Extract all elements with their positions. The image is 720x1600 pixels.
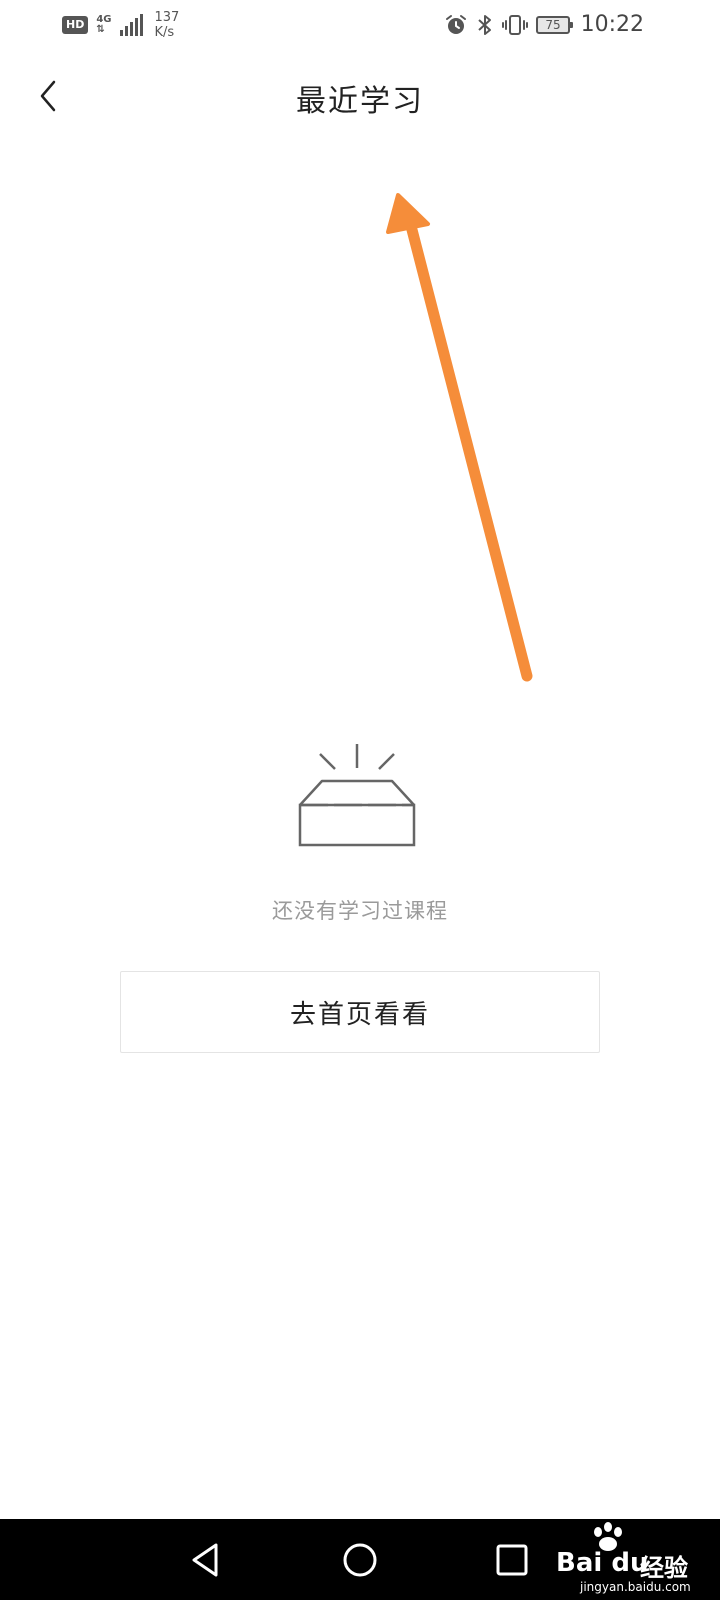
status-right: 75 (444, 8, 573, 42)
network-arrows-icon: ⇅ (96, 24, 105, 35)
vibrate-icon (502, 15, 528, 35)
alarm-icon (446, 15, 466, 34)
triangle-back-icon (192, 1543, 218, 1577)
clock: 10:22 (580, 12, 644, 37)
nav-recent-button[interactable] (489, 1537, 535, 1583)
status-bar: HD 4G ⇅ 137 K/s 75 10:22 (0, 0, 720, 50)
page-title: 最近学习 (296, 84, 424, 119)
header: 最近学习 (0, 60, 720, 136)
network-type: 4G ⇅ (96, 15, 111, 35)
baidu-watermark: Bai du 经验 jingyan.baidu.com (552, 1518, 712, 1598)
network-speed: 137 K/s (155, 10, 180, 40)
open-box-icon (298, 744, 416, 847)
speed-unit: K/s (154, 25, 175, 40)
circle-home-icon (343, 1543, 377, 1577)
battery-level: 75 (545, 18, 561, 32)
hd-badge: HD (62, 16, 89, 34)
empty-state-message: 还没有学习过课程 (272, 899, 448, 923)
status-left: HD 4G ⇅ 137 K/s (62, 8, 179, 42)
go-home-button[interactable]: 去首页看看 (120, 971, 600, 1053)
square-recent-icon (496, 1544, 528, 1576)
battery-icon: 75 (536, 16, 573, 34)
nav-back-button[interactable] (182, 1537, 228, 1583)
signal-icon (119, 14, 143, 36)
bluetooth-icon (478, 15, 491, 35)
watermark-brand: Bai du (556, 1548, 649, 1578)
nav-home-button[interactable] (337, 1537, 383, 1583)
speed-value: 137 (154, 10, 180, 25)
watermark-url: jingyan.baidu.com (580, 1580, 691, 1594)
watermark-brand-cn: 经验 (640, 1554, 688, 1582)
screen: HD 4G ⇅ 137 K/s 75 10:22 最近学习 还没有学习过课程 去… (0, 0, 720, 1600)
